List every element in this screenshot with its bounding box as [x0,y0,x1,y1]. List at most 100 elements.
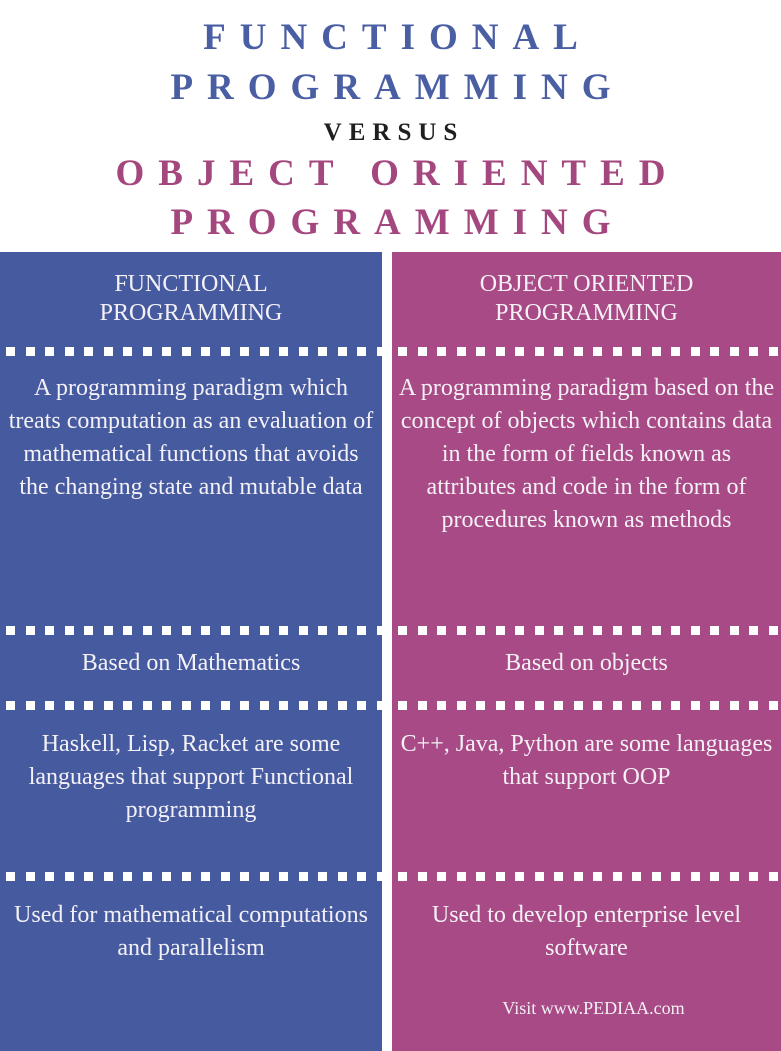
oo-definition: A programming paradigm based on the conc… [398,375,775,533]
divider-dot [298,626,308,635]
divider-dot [710,701,719,710]
divider-dot [398,872,407,881]
divider-dot [690,626,700,635]
oo-header-line2: PROGRAMMING [495,300,678,326]
divider-dot [612,626,622,635]
title-functional-programming: PROGRAMMING [170,67,625,108]
divider-dot [417,872,427,881]
divider-dot [768,872,778,881]
divider-dot [103,347,113,356]
divider-dot [25,701,35,710]
divider-dot [495,626,505,635]
divider-dot [220,701,230,710]
divider-dot [84,347,93,356]
pediaa-credit-link[interactable]: Visit www.PEDIAA.com [392,998,781,1019]
dotted-divider [392,872,781,881]
divider-dot [398,347,407,356]
divider-dot [357,347,366,356]
divider-dot [729,347,739,356]
divider-dot [181,347,191,356]
divider-dot [476,347,485,356]
divider-dot [337,701,347,710]
divider-dot [515,626,524,635]
divider-dot [495,872,505,881]
dotted-divider [0,347,382,356]
divider-dot [690,872,700,881]
divider-dot [240,701,249,710]
divider-dot [201,626,210,635]
divider-dot [6,872,15,881]
divider-dot [632,701,641,710]
divider-dot [456,701,466,710]
divider-dot [651,872,661,881]
dotted-divider [0,701,382,710]
divider-dot [612,872,622,881]
divider-dot [123,626,132,635]
functional-column: FUNCTIONAL PROGRAMMING A programming par… [0,252,382,1051]
divider-dot [437,626,446,635]
divider-dot [768,701,778,710]
divider-dot [259,701,269,710]
divider-dot [64,626,74,635]
divider-dot [318,701,327,710]
divider-dot [749,701,758,710]
divider-dot [142,626,152,635]
functional-usage: Used for mathematical computations and p… [14,902,368,961]
functional-basis: Based on Mathematics [81,650,301,676]
divider-dot [64,701,74,710]
divider-dot [573,626,583,635]
divider-dot [357,626,366,635]
divider-dot [671,626,680,635]
divider-dot [259,872,269,881]
divider-dot [6,701,15,710]
divider-dot [220,872,230,881]
divider-dot [240,347,249,356]
divider-dot [534,626,544,635]
divider-dot [417,626,427,635]
functional-header-line2: PROGRAMMING [99,300,283,326]
divider-dot [768,347,778,356]
functional-header-line1: FUNCTIONAL [114,271,268,297]
divider-dot [142,701,152,710]
divider-dot [476,872,485,881]
divider-dot [376,701,382,710]
divider-dot [417,347,427,356]
divider-dot [123,347,132,356]
divider-dot [45,872,54,881]
divider-dot [612,347,622,356]
divider-dot [6,626,15,635]
divider-dot [749,872,758,881]
divider-dot [476,626,485,635]
divider-dot [162,626,171,635]
divider-dot [534,872,544,881]
divider-dot [632,626,641,635]
divider-dot [710,347,719,356]
divider-dot [690,701,700,710]
oo-basis: Based on objects [505,650,668,676]
divider-dot [651,626,661,635]
divider-dot [729,701,739,710]
divider-dot [554,626,563,635]
divider-dot [123,872,132,881]
divider-dot [220,347,230,356]
divider-dot [318,626,327,635]
divider-dot [337,872,347,881]
divider-dot [84,701,93,710]
divider-dot [593,701,602,710]
divider-dot [64,347,74,356]
divider-dot [162,701,171,710]
divider-dot [749,626,758,635]
divider-dot [357,872,366,881]
divider-dot [671,701,680,710]
divider-dot [573,347,583,356]
divider-dot [495,347,505,356]
divider-dot [298,872,308,881]
divider-dot [25,872,35,881]
divider-dot [398,701,407,710]
divider-dot [181,701,191,710]
divider-dot [593,347,602,356]
dotted-divider [0,626,382,635]
divider-dot [181,872,191,881]
divider-dot [515,347,524,356]
divider-dot [318,872,327,881]
